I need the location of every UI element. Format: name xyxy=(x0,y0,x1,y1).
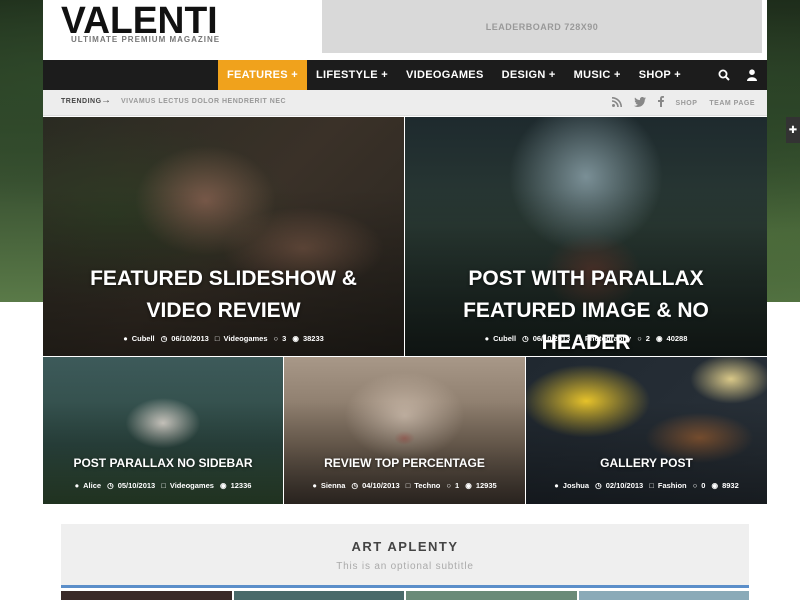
post-comments[interactable]: 1 xyxy=(455,481,459,490)
trending-bar: TRENDING → VIVAMUS LECTUS DOLOR HENDRERI… xyxy=(43,90,767,116)
thumbnail[interactable] xyxy=(233,591,404,600)
post-category[interactable]: Videogames xyxy=(223,334,267,343)
thumbnail[interactable] xyxy=(61,591,232,600)
post-author[interactable]: Joshua xyxy=(563,481,589,490)
post-date: 04/10/2013 xyxy=(362,481,400,490)
clock-icon: ◷ xyxy=(160,334,168,343)
comment-icon: ○ xyxy=(637,334,642,343)
post-comments[interactable]: 2 xyxy=(646,334,650,343)
section-subtitle: This is an optional subtitle xyxy=(336,561,474,572)
comment-icon: ○ xyxy=(692,481,698,490)
clock-icon: ◷ xyxy=(522,334,529,343)
post-views: 8932 xyxy=(722,481,739,490)
trending-label: TRENDING xyxy=(61,98,102,105)
user-icon: ● xyxy=(123,334,128,343)
eye-icon: ◉ xyxy=(220,481,227,490)
post-meta: ● Cubell ◷ 06/10/2013 □ Photography ○ 2 ◉ 402… xyxy=(405,334,767,343)
folder-icon: □ xyxy=(214,334,220,343)
post-views: 12935 xyxy=(475,481,497,490)
post-title[interactable]: FEATURED SLIDESHOW & VIDEO REVIEW xyxy=(43,263,404,327)
eye-icon: ◉ xyxy=(711,481,719,490)
post-author[interactable]: Cubell xyxy=(493,334,516,343)
section-title: ART APLENTY xyxy=(351,539,459,554)
section-thumbnails xyxy=(61,591,749,600)
thumbnail[interactable] xyxy=(406,591,577,600)
page-container: VALENTI ULTIMATE PREMIUM MAGAZINE LEADER… xyxy=(43,0,767,600)
post-date: 06/10/2013 xyxy=(532,334,571,343)
post-category[interactable]: Photography xyxy=(585,334,631,343)
post-views: 40288 xyxy=(666,334,688,343)
leaderboard-ad[interactable]: LEADERBOARD 728X90 xyxy=(322,0,762,53)
post-date: 05/10/2013 xyxy=(117,481,156,490)
featured-post-3[interactable]: POST PARALLAX NO SIDEBAR ● Alice ◷ 05/10/2… xyxy=(43,357,283,504)
comment-icon: ○ xyxy=(273,334,279,343)
user-icon: ● xyxy=(312,481,317,490)
post-comments[interactable]: 0 xyxy=(701,481,705,490)
clock-icon: ◷ xyxy=(351,481,359,490)
clock-icon: ◷ xyxy=(107,481,114,490)
folder-icon: □ xyxy=(405,481,411,490)
post-comments[interactable]: 3 xyxy=(282,334,286,343)
post-title[interactable]: POST PARALLAX NO SIDEBAR xyxy=(43,455,283,471)
post-meta: ● Cubell ◷ 06/10/2013 □ Videogames ○ 3 ◉ 3823… xyxy=(43,334,404,343)
folder-icon: □ xyxy=(161,481,166,490)
site-tagline: ULTIMATE PREMIUM MAGAZINE xyxy=(71,35,221,44)
trending-headline[interactable]: VIVAMUS LECTUS DOLOR HENDRERIT NEC xyxy=(121,98,286,105)
post-date: 06/10/2013 xyxy=(171,334,209,343)
user-icon: ● xyxy=(74,481,80,490)
post-meta: ● Joshua ◷ 02/10/2013 □ Fashion ○ 0 ◉ 8932 xyxy=(526,481,767,490)
post-date: 02/10/2013 xyxy=(605,481,644,490)
post-title[interactable]: GALLERY POST xyxy=(526,455,767,471)
eye-icon: ◉ xyxy=(465,481,472,490)
eye-icon: ◉ xyxy=(656,334,663,343)
site-header: VALENTI ULTIMATE PREMIUM MAGAZINE LEADER… xyxy=(43,0,767,60)
eye-icon: ◉ xyxy=(292,334,299,343)
post-category[interactable]: Fashion xyxy=(658,481,687,490)
post-author[interactable]: Sienna xyxy=(321,481,346,490)
comment-icon: ○ xyxy=(446,481,451,490)
user-icon[interactable] xyxy=(745,68,759,82)
user-icon: ● xyxy=(554,481,559,490)
post-category[interactable]: Techno xyxy=(414,481,440,490)
clock-icon: ◷ xyxy=(595,481,602,490)
nav-item-videogames[interactable]: VIDEOGAMES xyxy=(397,60,493,90)
nav-item-features[interactable]: FEATURES + xyxy=(218,60,307,90)
featured-post-2[interactable]: POST WITH PARALLAX FEATURED IMAGE & NO H… xyxy=(405,117,767,356)
nav-item-music[interactable]: MUSIC + xyxy=(565,60,630,90)
featured-post-4[interactable]: REVIEW TOP PERCENTAGE ● Sienna ◷ 04/10/201… xyxy=(284,357,525,504)
folder-icon: □ xyxy=(576,334,581,343)
post-views: 38233 xyxy=(302,334,324,343)
featured-post-1[interactable]: FEATURED SLIDESHOW & VIDEO REVIEW ● Cubel… xyxy=(43,117,404,356)
post-category[interactable]: Videogames xyxy=(170,481,214,490)
post-meta: ● Alice ◷ 05/10/2013 □ Videogames ◉ 12336 xyxy=(43,481,283,490)
featured-post-5[interactable]: GALLERY POST ● Joshua ◷ 02/10/2013 □ Fashio… xyxy=(526,357,767,504)
post-title[interactable]: REVIEW TOP PERCENTAGE xyxy=(284,455,525,471)
post-views: 12336 xyxy=(230,481,252,490)
puzzle-icon[interactable]: ✚ xyxy=(786,117,800,143)
post-author[interactable]: Alice xyxy=(83,481,101,490)
post-author[interactable]: Cubell xyxy=(132,334,155,343)
thumbnail[interactable] xyxy=(578,591,749,600)
section-header: ART APLENTY This is an optional subtitle xyxy=(61,524,749,588)
facebook-icon[interactable] xyxy=(657,96,664,110)
post-meta: ● Sienna ◷ 04/10/2013 □ Techno ○ 1 ◉ 12935 xyxy=(284,481,525,490)
nav-item-shop[interactable]: SHOP + xyxy=(630,60,690,90)
rss-icon[interactable] xyxy=(611,96,622,110)
user-icon: ● xyxy=(484,334,490,343)
search-icon[interactable] xyxy=(717,68,731,82)
twitter-icon[interactable] xyxy=(633,96,646,110)
nav-item-design[interactable]: DESIGN + xyxy=(493,60,565,90)
folder-icon: □ xyxy=(649,481,654,490)
trending-link-team-page[interactable]: TEAM PAGE xyxy=(709,100,755,107)
arrow-right-icon: → xyxy=(101,95,111,106)
nav-item-lifestyle[interactable]: LIFESTYLE + xyxy=(307,60,397,90)
main-nav: FEATURES + LIFESTYLE + VIDEOGAMES DESIGN… xyxy=(43,60,767,90)
trending-link-shop[interactable]: SHOP xyxy=(676,100,698,107)
